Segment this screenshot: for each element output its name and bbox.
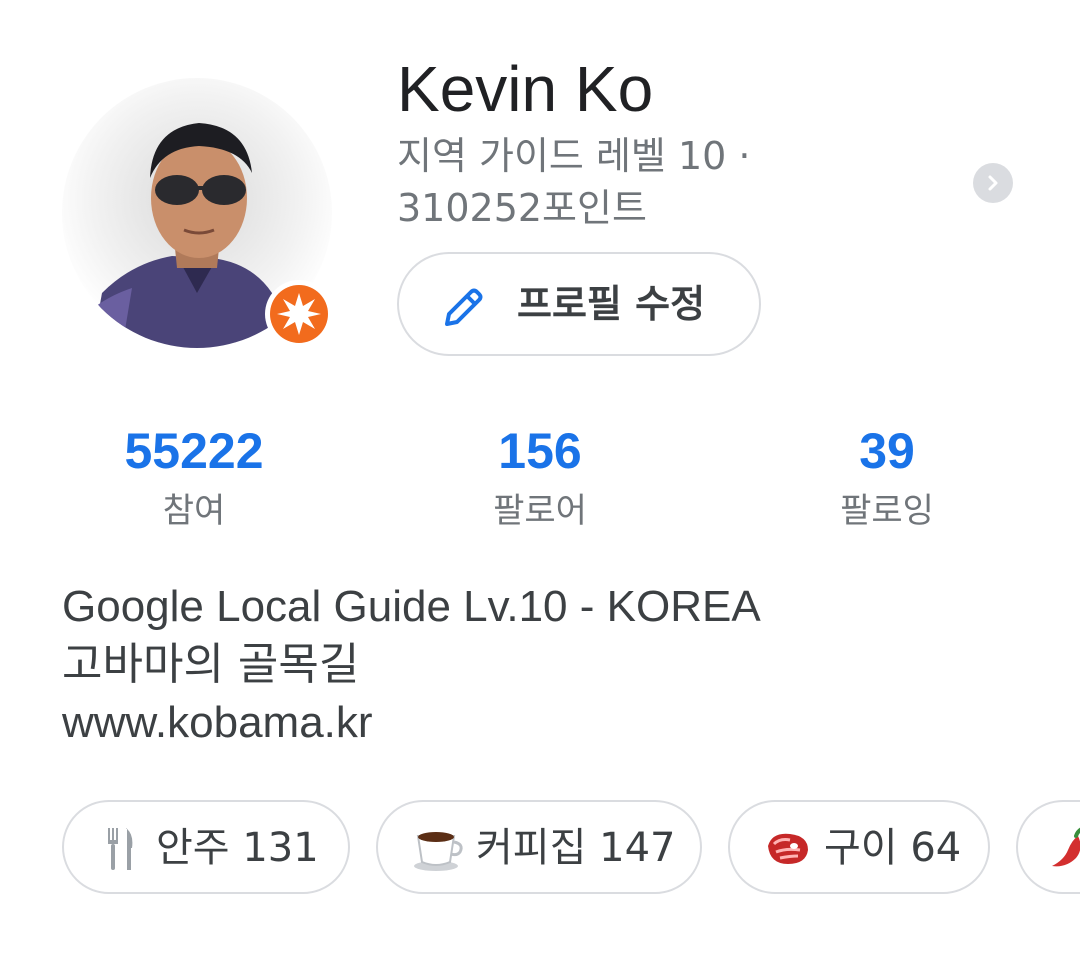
stat-label: 참여 (162, 491, 226, 531)
stat-label: 팔로잉 (840, 491, 934, 531)
pencil-icon (445, 288, 483, 326)
coffee-cup-icon (414, 832, 463, 871)
chip-label: 안주 131 (156, 825, 319, 871)
local-guide-badge-icon (265, 280, 333, 348)
chip-label: 구이 64 (824, 825, 962, 871)
stat-followers[interactable]: 156 팔로어 (410, 420, 670, 534)
stat-value: 55222 (124, 423, 264, 479)
steak-icon (768, 833, 808, 864)
edit-profile-label: 프로필 수정 (517, 282, 706, 326)
list-chip-coffee[interactable]: 커피집 147 (376, 800, 702, 894)
level-text: 지역 가이드 레벨 10 · (397, 134, 751, 178)
list-chip-anju[interactable]: 안주 131 (62, 800, 350, 894)
guide-level: 지역 가이드 레벨 10 · 310252포인트 (397, 130, 797, 234)
edit-profile-button[interactable]: 프로필 수정 (397, 252, 761, 356)
fork-knife-icon (108, 828, 133, 870)
profile-bio: Google Local Guide Lv.10 - KOREA 고바마의 골목… (62, 578, 1062, 752)
stat-value: 39 (859, 423, 915, 479)
bio-line: Google Local Guide Lv.10 - KOREA (62, 582, 761, 631)
stat-contributions[interactable]: 55222 참여 (64, 420, 324, 534)
stat-label: 팔로어 (493, 491, 587, 531)
chip-label: 커피집 147 (476, 825, 676, 871)
list-chip-spicy[interactable] (1016, 800, 1080, 894)
points-text: 310252포인트 (397, 186, 647, 230)
chili-pepper-icon (1052, 827, 1080, 867)
profile-page: Kevin Ko 지역 가이드 레벨 10 · 310252포인트 프로필 수정… (0, 0, 1080, 954)
stat-value: 156 (498, 423, 582, 479)
avatar[interactable] (62, 78, 333, 348)
list-chip-grill[interactable]: 구이 64 (728, 800, 990, 894)
chevron-right-icon (988, 175, 998, 191)
bio-line: 고바마의 골목길 (62, 639, 360, 690)
profile-name: Kevin Ko (397, 53, 654, 125)
bio-link[interactable]: www.kobama.kr (62, 694, 1062, 752)
level-details-button[interactable] (973, 163, 1013, 203)
stat-following[interactable]: 39 팔로잉 (757, 420, 1017, 534)
